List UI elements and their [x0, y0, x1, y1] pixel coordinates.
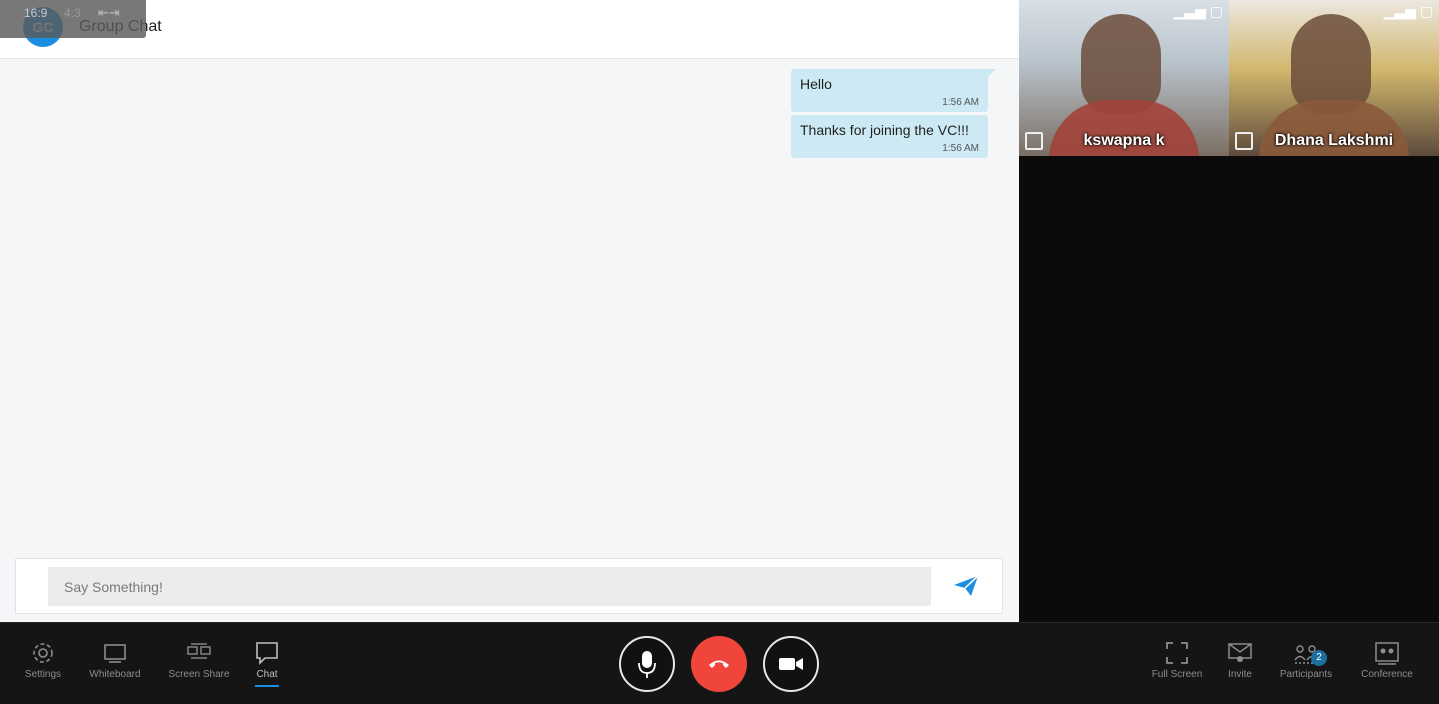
participant-video-face — [1291, 14, 1371, 114]
whiteboard-button[interactable]: Whiteboard — [84, 623, 146, 695]
participants-label: Participants — [1279, 669, 1333, 680]
message-time: 1:56 AM — [942, 143, 979, 154]
settings-label: Settings — [24, 669, 62, 680]
conference-button[interactable]: Conference — [1356, 623, 1418, 695]
participant-video-tile[interactable]: ▁▃▅ ▢ kswapna k — [1019, 0, 1229, 156]
invite-icon — [1228, 643, 1252, 662]
aspect-ratio-overlay: 16:9 4:3 ⇤⇥ — [0, 0, 146, 38]
conference-label: Conference — [1361, 669, 1413, 680]
whiteboard-label: Whiteboard — [89, 669, 141, 680]
message-text: Hello — [800, 76, 832, 92]
chat-panel: GC Group Chat 16:9 4:3 ⇤⇥ Hello 1:56 AM … — [0, 0, 1019, 622]
chat-icon — [256, 642, 278, 665]
invite-button[interactable]: Invite — [1222, 623, 1258, 695]
message-bubble: Hello 1:56 AM — [791, 69, 996, 112]
screen-share-label: Screen Share — [168, 669, 230, 680]
call-toolbar: Settings Whiteboard Screen Share Chat Fu… — [0, 622, 1439, 704]
chat-label: Chat — [256, 669, 278, 680]
mute-microphone-button[interactable] — [619, 636, 675, 692]
phone-hangup-icon — [709, 660, 729, 668]
ratio-16-9-option[interactable]: 16:9 — [24, 6, 47, 20]
gear-icon — [33, 643, 53, 663]
screen-share-icon — [187, 643, 211, 659]
fullscreen-label: Full Screen — [1151, 669, 1203, 680]
send-icon — [954, 575, 979, 596]
participant-video-tile[interactable]: ▁▃▅ ▢ Dhana Lakshmi — [1229, 0, 1439, 156]
chat-button[interactable]: Chat — [252, 623, 282, 695]
video-panel: ▁▃▅ ▢ kswapna k ▁▃▅ ▢ Dhana Lakshmi — [1019, 0, 1439, 622]
message-input[interactable] — [48, 567, 931, 606]
message-time: 1:56 AM — [942, 97, 979, 108]
conference-icon — [1375, 642, 1399, 665]
screen-share-button[interactable]: Screen Share — [164, 623, 234, 695]
participant-count-badge: 2 — [1311, 650, 1327, 666]
fullscreen-icon — [1166, 642, 1188, 664]
whiteboard-icon — [104, 644, 126, 663]
participants-icon-wrap: 2 — [1293, 640, 1327, 666]
microphone-icon — [638, 651, 656, 678]
chat-header: GC Group Chat — [0, 0, 1019, 59]
participant-name: Dhana Lakshmi — [1274, 132, 1394, 149]
send-button[interactable] — [952, 574, 980, 598]
signal-strength-icon: ▁▃▅ ▢ — [1383, 3, 1433, 19]
fullscreen-button[interactable]: Full Screen — [1147, 623, 1207, 695]
active-tab-indicator — [255, 685, 279, 687]
message-list: Hello 1:56 AM Thanks for joining the VC!… — [0, 59, 1019, 539]
ratio-4-3-option[interactable]: 4:3 — [64, 6, 81, 20]
message-text: Thanks for joining the VC!!! — [800, 122, 969, 138]
message-bubble: Thanks for joining the VC!!! 1:56 AM — [791, 115, 988, 158]
end-call-button[interactable] — [691, 636, 747, 692]
settings-button[interactable]: Settings — [20, 623, 66, 695]
toggle-camera-button[interactable] — [763, 636, 819, 692]
invite-label: Invite — [1228, 669, 1252, 680]
participant-name: kswapna k — [1083, 132, 1165, 149]
video-camera-icon — [779, 658, 803, 670]
message-composer — [15, 558, 1003, 614]
swap-arrows-icon[interactable]: ⇤⇥ — [98, 5, 120, 21]
signal-strength-icon: ▁▃▅ ▢ — [1173, 3, 1223, 19]
participant-video-face — [1081, 14, 1161, 114]
participants-button[interactable]: 2 Participants — [1276, 623, 1336, 695]
